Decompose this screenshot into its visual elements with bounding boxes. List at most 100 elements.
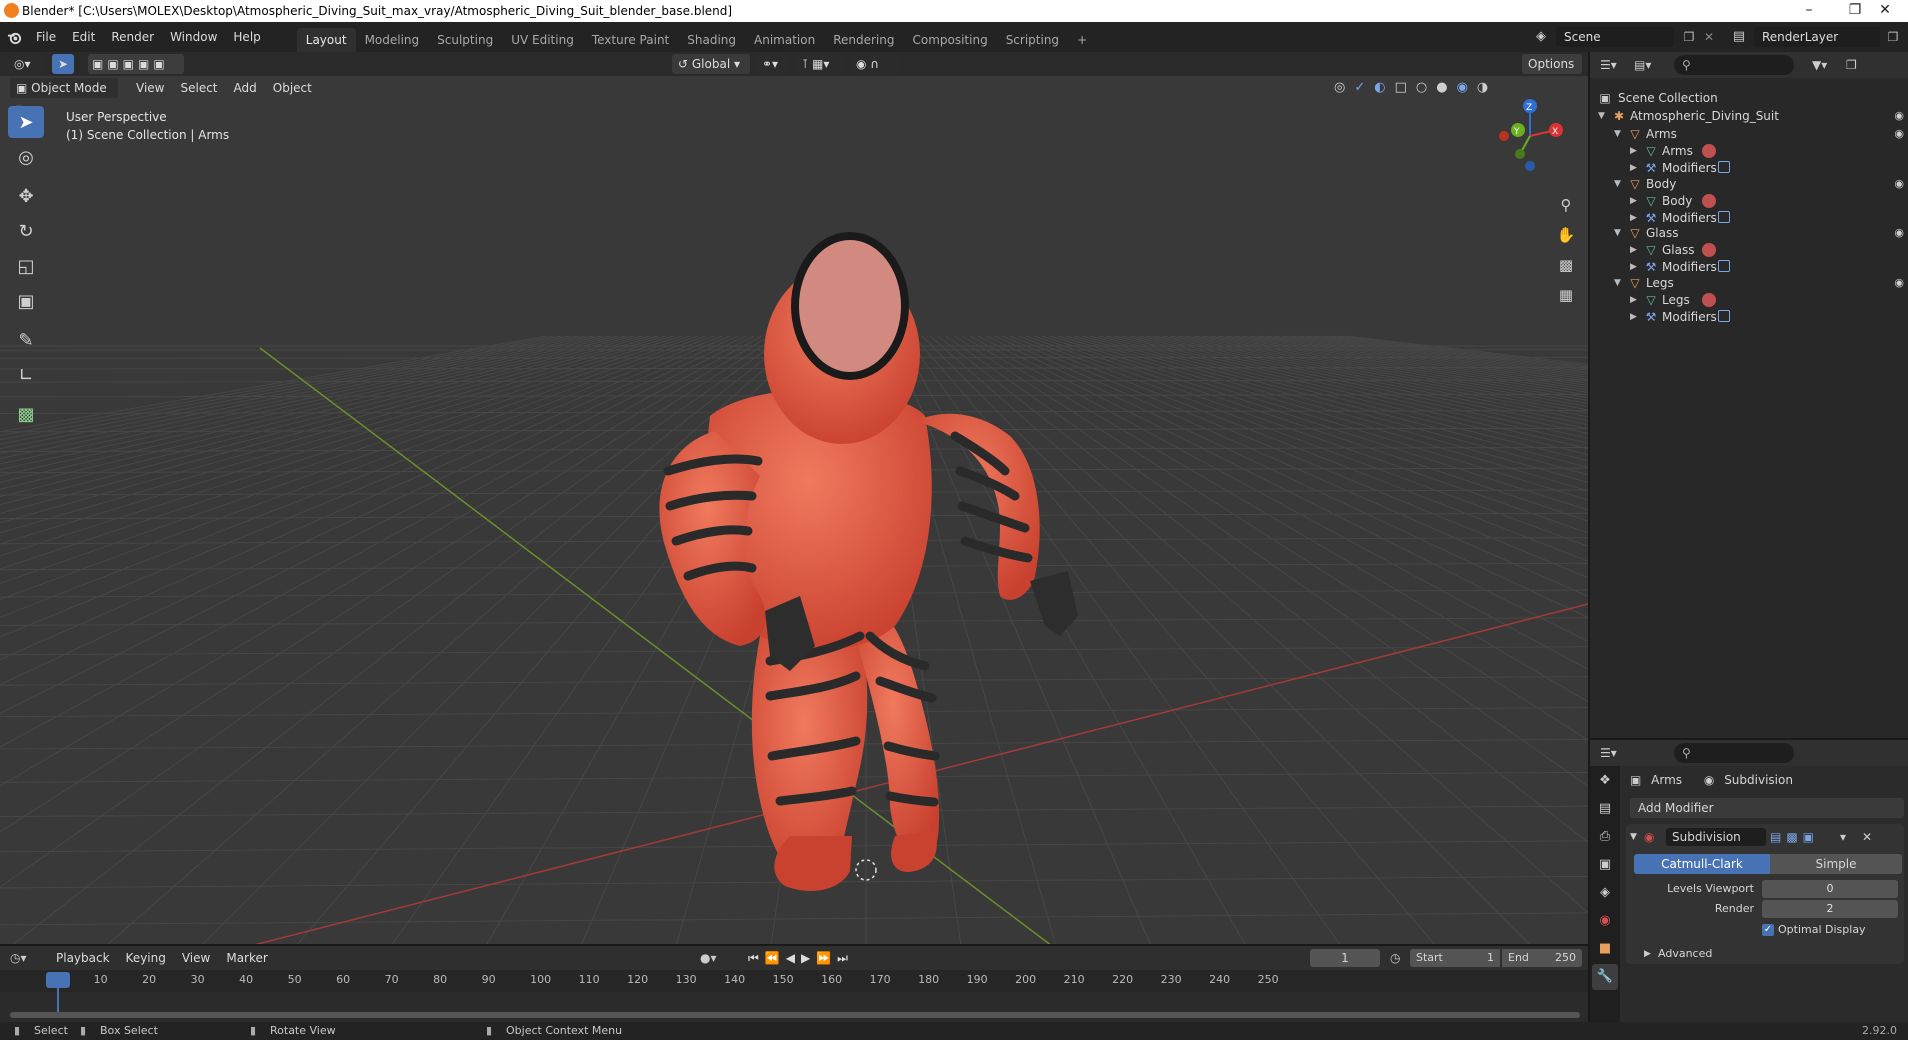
visibility-icon[interactable]: ◎	[1334, 80, 1354, 95]
timeline-menu-marker[interactable]: Marker	[218, 949, 275, 967]
pivot-point-icon[interactable]: ⚭▾	[756, 54, 790, 74]
material-icon[interactable]	[1702, 144, 1716, 158]
wireframe-shading-icon[interactable]: ○	[1416, 80, 1436, 95]
expand-arrow-icon[interactable]: ▼	[1598, 106, 1608, 126]
subdivision-icon[interactable]	[1718, 309, 1730, 322]
view-layer-icon[interactable]: ▤	[1728, 26, 1750, 48]
blender-menu-icon[interactable]	[0, 22, 28, 52]
timeline-menu-playback[interactable]: Playback	[48, 949, 118, 967]
render-layer-field[interactable]: RenderLayer	[1754, 27, 1880, 47]
scene-tab-icon[interactable]: ◈	[1592, 880, 1618, 906]
rotate-tool-icon[interactable]: ↻	[8, 215, 44, 247]
ortho-grid-icon[interactable]: ▦	[1553, 282, 1579, 308]
end-frame-field[interactable]: End 250	[1502, 949, 1582, 967]
menu-window[interactable]: Window	[162, 22, 225, 52]
measure-tool-icon[interactable]: ∟	[8, 359, 44, 391]
annotate-tool-icon[interactable]: ✎	[8, 324, 44, 356]
properties-editor-icon[interactable]: ☰▾	[1600, 744, 1630, 762]
add-cube-tool-icon[interactable]: ▩	[8, 398, 44, 430]
timeline-menu-view[interactable]: View	[174, 949, 218, 967]
viewport-menu-view[interactable]: View	[128, 78, 172, 98]
tab-shading[interactable]: Shading	[678, 28, 745, 52]
expand-arrow-icon[interactable]: ▶	[1630, 307, 1640, 327]
clock-icon[interactable]: ◷	[1390, 949, 1406, 967]
viewport-menu-object[interactable]: Object	[265, 78, 320, 98]
visibility-eye-icon[interactable]: ◉	[1894, 106, 1904, 126]
tab-rendering[interactable]: Rendering	[824, 28, 903, 52]
filter-icon[interactable]: ▼▾	[1812, 56, 1842, 74]
xray-icon[interactable]: □	[1395, 80, 1416, 95]
output-tab-icon[interactable]: ⎙	[1592, 824, 1618, 850]
render-levels-field[interactable]: 2	[1762, 900, 1898, 918]
modifier-name-field[interactable]: Subdivision	[1666, 828, 1766, 846]
overlay-icon[interactable]: ◐	[1374, 80, 1394, 95]
tab-uv-editing[interactable]: UV Editing	[502, 28, 583, 52]
playback-controls[interactable]: ⏮⏪◀▶⏩⏭	[748, 949, 868, 967]
new-collection-icon[interactable]: ❐	[1846, 56, 1864, 74]
scene-selector-icon[interactable]: ◈	[1530, 26, 1552, 48]
outliner-editor-icon[interactable]: ☰▾	[1600, 56, 1630, 74]
modifier-visibility-icons[interactable]: ▤▩▣	[1770, 828, 1840, 846]
new-layer-icon[interactable]: ❐	[1884, 27, 1902, 47]
levels-viewport-field[interactable]: 0	[1762, 880, 1898, 898]
optimal-display-checkbox[interactable]: ✓	[1762, 924, 1774, 936]
timeline-menu-keying[interactable]: Keying	[118, 949, 174, 967]
subdivision-icon[interactable]	[1718, 260, 1730, 272]
modifier-tab-icon[interactable]: 🔧	[1592, 964, 1618, 990]
viewport-menu-add[interactable]: Add	[226, 78, 265, 98]
tab-layout[interactable]: Layout	[296, 28, 356, 52]
properties-search-input[interactable]: ⚲	[1674, 743, 1794, 763]
add-workspace-button[interactable]: +	[1068, 28, 1096, 52]
editor-type-icon[interactable]: ◎▾	[8, 54, 42, 74]
3d-viewport[interactable]: ▣ Object Mode ▾ ViewSelectAddObject ◎✓◐□…	[0, 76, 1588, 946]
pan-hand-icon[interactable]: ✋	[1553, 222, 1579, 248]
current-frame-field[interactable]: 1	[1310, 949, 1380, 967]
add-modifier-dropdown[interactable]: Add Modifier	[1630, 798, 1904, 818]
menu-edit[interactable]: Edit	[64, 22, 103, 52]
zoom-icon[interactable]: ⚲	[1553, 192, 1579, 218]
menu-render[interactable]: Render	[103, 22, 162, 52]
modifiers-row[interactable]: ▶ ⚒ Modifiers	[1590, 307, 1908, 327]
tool-tab-icon[interactable]: ❖	[1592, 768, 1618, 794]
timeline-scrollbar[interactable]	[10, 1012, 1580, 1018]
start-frame-field[interactable]: Start 1	[1410, 949, 1500, 967]
selection-mode-icons[interactable]: ▣▣▣▣▣	[88, 54, 184, 74]
material-shading-icon[interactable]: ◉	[1457, 80, 1477, 95]
select-box-tool-icon[interactable]: ➤	[8, 106, 44, 138]
modifier-menu-icon[interactable]: ▾	[1840, 828, 1856, 846]
cursor-tool-icon[interactable]: ◎	[8, 141, 44, 173]
move-tool-icon[interactable]: ✥	[8, 180, 44, 212]
material-icon[interactable]	[1702, 292, 1716, 307]
tab-texture-paint[interactable]: Texture Paint	[583, 28, 678, 52]
navigation-gizmo[interactable]: Z X Y	[1490, 96, 1570, 176]
view-layer-tab-icon[interactable]: ▣	[1592, 852, 1618, 878]
close-window-button[interactable]: ✕	[1862, 0, 1908, 22]
tab-compositing[interactable]: Compositing	[903, 28, 996, 52]
advanced-section[interactable]: Advanced	[1658, 946, 1712, 962]
tab-sculpting[interactable]: Sculpting	[428, 28, 502, 52]
minimize-button[interactable]: –	[1786, 0, 1832, 22]
scale-tool-icon[interactable]: ◱	[8, 250, 44, 282]
display-mode-icon[interactable]: ▤▾	[1634, 56, 1664, 74]
transform-tool-icon[interactable]: ▣	[8, 285, 44, 317]
collection-row[interactable]: ▼ ✱ Atmospheric_Diving_Suit ◉	[1590, 106, 1908, 126]
viewport-menu-select[interactable]: Select	[172, 78, 225, 98]
catmull-clark-button[interactable]: Catmull-Clark	[1634, 854, 1770, 874]
scene-collection-row[interactable]: ▣ Scene Collection	[1590, 88, 1908, 108]
scene-name-field[interactable]: Scene	[1556, 27, 1674, 47]
tab-scripting[interactable]: Scripting	[997, 28, 1068, 52]
outliner-search-input[interactable]: ⚲	[1674, 55, 1794, 75]
rendered-shading-icon[interactable]: ◑	[1477, 80, 1497, 95]
subdivision-icon[interactable]	[1718, 161, 1730, 173]
tab-modeling[interactable]: Modeling	[356, 28, 429, 52]
options-dropdown[interactable]: Options ▾	[1522, 54, 1582, 91]
remove-scene-icon[interactable]: ✕	[1700, 27, 1718, 47]
subdivision-icon[interactable]	[1718, 210, 1730, 223]
transform-orientation-dropdown[interactable]: ↺ Global ▾	[672, 54, 750, 74]
tab-animation[interactable]: Animation	[745, 28, 824, 52]
material-icon[interactable]	[1702, 243, 1716, 257]
gizmo-icon[interactable]: ✓	[1354, 80, 1374, 95]
camera-view-icon[interactable]: ▩	[1553, 252, 1579, 278]
record-icon[interactable]: ●▾	[700, 949, 730, 967]
solid-shading-icon[interactable]: ●	[1436, 80, 1456, 95]
